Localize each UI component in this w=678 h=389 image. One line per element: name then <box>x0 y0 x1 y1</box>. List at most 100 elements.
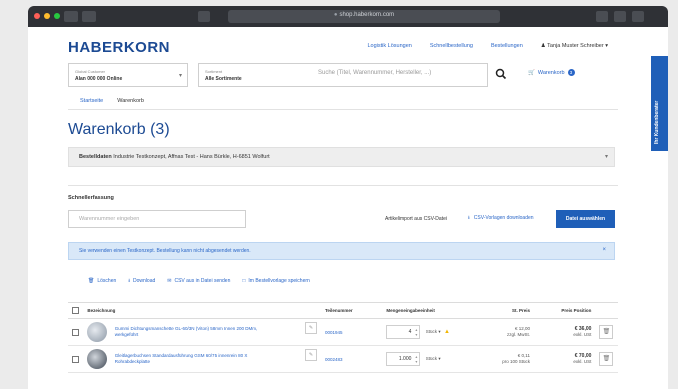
article-number[interactable]: 0001945 <box>320 318 383 346</box>
divider <box>68 109 618 110</box>
product-link[interactable]: Gleitlagerbuchsen Standardausführung GSM… <box>115 353 265 365</box>
choose-file-button[interactable]: Datei auswählen <box>556 210 615 228</box>
table-header-row: Bezeichnung Teilenummer Mengeneingabeein… <box>68 302 618 319</box>
quantity-stepper[interactable]: 1.000 ▴ ▾ <box>386 352 421 366</box>
trash-icon: 🗑 <box>88 278 95 284</box>
cart-count-badge: 3 <box>567 69 575 76</box>
breadcrumb-home[interactable]: Startseite <box>80 98 103 104</box>
row-checkbox[interactable] <box>72 328 79 336</box>
unit-price-note: zzgl. MwSt. <box>506 332 530 337</box>
row-select-cell <box>68 318 84 346</box>
window-close-button[interactable] <box>34 13 40 19</box>
warning-icon: ▲ <box>443 329 450 336</box>
sidebar-toggle-button[interactable] <box>198 11 210 22</box>
breadcrumb: Startseite Warenkorb <box>80 98 144 104</box>
browser-toolbar: ● shop.haberkorn.com <box>28 6 668 27</box>
csv-template-download-label: CSV-Vorlagen downloaden <box>473 215 534 221</box>
description-cell: ✎ Gleitlagerbuchsen Standardausführung G… <box>83 345 321 373</box>
order-info-accordion[interactable]: Bestelldaten Industrie Testkonzept, Affn… <box>68 147 615 167</box>
search-input[interactable]: Suche (Titel, Warennummer, Hersteller, .… <box>318 70 431 76</box>
category-select-label: Sortiment <box>205 69 223 74</box>
nav-link-logistics[interactable]: Logistik Lösungen <box>367 43 411 49</box>
save-template-action[interactable]: □ Im Bestellvorlage speichern <box>242 278 309 286</box>
advisor-side-tab[interactable]: Ihr Kundenberater <box>651 56 668 151</box>
user-label: Tanja Muster Schreiber <box>547 43 604 49</box>
user-menu[interactable]: ♟ Tanja Muster Schreiber ▾ <box>541 43 608 49</box>
logo[interactable]: HABERKORN <box>68 39 170 56</box>
customer-select-value: Alan 000 000 Online <box>75 76 123 82</box>
share-button[interactable] <box>596 11 608 22</box>
article-number[interactable]: 0002483 <box>320 345 383 373</box>
stepper-arrows-icon[interactable]: ▴ ▾ <box>415 354 417 364</box>
quick-order-input[interactable]: Warennummer eingeben <box>68 210 246 228</box>
column-header-quantity[interactable]: Mengeneingabeeinheit <box>382 302 485 319</box>
stepper-arrows-icon[interactable]: ▴ ▾ <box>415 327 417 337</box>
quick-order-label: Schnellerfassung <box>68 195 114 201</box>
advisor-side-tab-label: Ihr Kundenberater <box>654 100 660 144</box>
product-link[interactable]: Gummi Dichtungsmanschette GL-60/3N (Vito… <box>115 326 265 338</box>
address-bar[interactable]: ● shop.haberkorn.com <box>228 10 500 23</box>
page: HABERKORN Logistik Lösungen Schnellbeste… <box>28 27 668 389</box>
nav-link-orders[interactable]: Bestellungen <box>491 43 523 49</box>
column-header-description[interactable]: Bezeichnung <box>83 302 321 319</box>
row-checkbox[interactable] <box>72 355 79 363</box>
product-thumbnail[interactable] <box>87 349 108 369</box>
back-button[interactable] <box>64 11 78 22</box>
column-header-actions <box>595 302 618 319</box>
download-icon: ⭳ <box>468 215 470 221</box>
table-row: ✎ Gleitlagerbuchsen Standardausführung G… <box>68 345 618 373</box>
quantity-stepper[interactable]: 4 ▴ ▾ <box>386 325 421 339</box>
row-select-cell <box>68 345 84 373</box>
csv-template-download-link[interactable]: ⭳ CSV-Vorlagen downloaden <box>468 215 534 223</box>
close-icon[interactable]: × <box>602 247 606 253</box>
total-cell: € 36,00 exkl. USt <box>533 318 596 346</box>
search-icon[interactable] <box>494 67 508 81</box>
download-icon: ⭳ <box>128 278 131 284</box>
csv-import-label: Artikelimport aus CSV-Datei <box>385 216 447 222</box>
column-header-total[interactable]: Preis Position <box>533 302 596 319</box>
quantity-value: 4 <box>408 329 412 335</box>
forward-button[interactable] <box>82 11 96 22</box>
window-maximize-button[interactable] <box>54 13 60 19</box>
customer-select[interactable]: Global Customer Alan 000 000 Online ▾ <box>68 63 188 87</box>
save-icon: □ <box>242 278 246 284</box>
unit-price-note: pro 100 Stück <box>502 359 530 364</box>
download-action[interactable]: ⭳ Download <box>128 278 155 286</box>
table-row: ✎ Gummi Dichtungsmanschette GL-60/3N (Vi… <box>68 318 618 346</box>
category-select-value[interactable]: Alle Sortimente <box>205 76 242 82</box>
search-row: Global Customer Alan 000 000 Online ▾ So… <box>68 63 618 87</box>
send-csv-action[interactable]: ✉ CSV aus in Datei senden <box>167 278 230 286</box>
tabs-overview-button[interactable] <box>632 11 644 22</box>
quick-order-placeholder: Warennummer eingeben <box>79 216 140 222</box>
mail-icon: ✉ <box>167 278 172 284</box>
delete-action[interactable]: 🗑 Löschen <box>88 278 116 286</box>
select-all-cell <box>68 302 84 319</box>
order-info-label: Bestelldaten <box>79 154 112 160</box>
unit-price-cell: € 12,00 zzgl. MwSt. <box>484 318 534 346</box>
new-tab-button[interactable] <box>614 11 626 22</box>
cart-link[interactable]: 🛒 Warenkorb 3 <box>528 69 575 76</box>
note-icon[interactable]: ✎ <box>304 322 317 334</box>
unit-select[interactable]: Stück ▾ <box>426 329 441 335</box>
trash-icon[interactable]: 🗑 <box>599 352 614 366</box>
column-header-article[interactable]: Teilenummer <box>320 302 383 319</box>
product-thumbnail[interactable] <box>87 322 108 342</box>
url-text: shop.haberkorn.com <box>339 12 395 18</box>
user-icon: ♟ <box>540 43 546 49</box>
info-banner: Sie verwenden einen Testkonzept. Bestell… <box>68 242 615 260</box>
chevron-down-icon: ▾ <box>605 43 608 49</box>
window-minimize-button[interactable] <box>44 13 50 19</box>
note-icon[interactable]: ✎ <box>304 349 317 361</box>
cart-icon: 🛒 <box>528 69 535 76</box>
order-info-value: Industrie Testkonzept, Affnas Test - Han… <box>113 154 270 160</box>
unit-price-cell: € 0,11 pro 100 Stück <box>484 345 534 373</box>
delete-action-label: Löschen <box>97 278 117 284</box>
nav-link-quick-order[interactable]: Schnellbestellung <box>430 43 473 49</box>
unit-select[interactable]: Stück ▾ <box>426 356 441 362</box>
column-header-unit-price[interactable]: St. Preis <box>484 302 534 319</box>
trash-icon[interactable]: 🗑 <box>599 325 614 339</box>
delete-cell: 🗑 <box>595 318 618 346</box>
position-total-note: exkl. USt <box>573 332 592 337</box>
select-all-checkbox[interactable] <box>72 307 79 314</box>
customer-select-label: Global Customer <box>75 69 106 74</box>
